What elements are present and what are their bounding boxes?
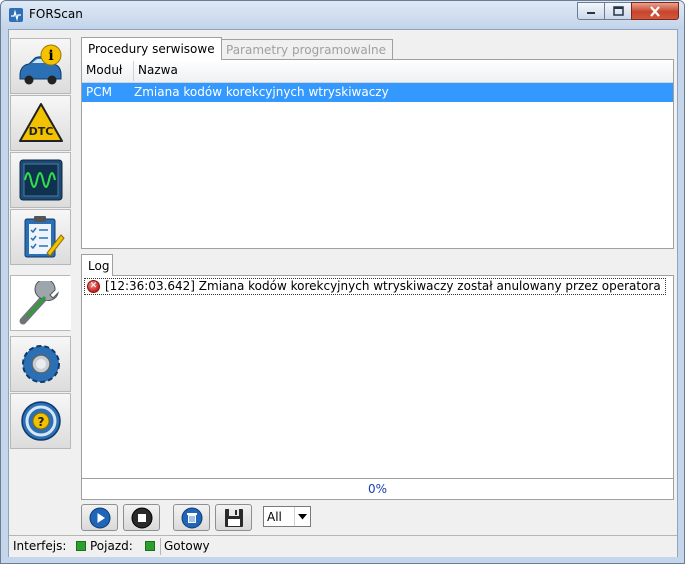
cell-name: Zmiana kodów korekcyjnych wtryskiwaczy xyxy=(134,85,389,99)
vehicle-label: Pojazd: xyxy=(90,539,133,553)
clear-log-button[interactable] xyxy=(173,504,210,531)
log-entry[interactable]: ✕ [12:36:03.642] Zmiana kodów korekcyjny… xyxy=(84,278,666,295)
oscilloscope-icon xyxy=(19,159,62,201)
save-log-button[interactable] xyxy=(215,504,252,531)
play-icon xyxy=(89,507,110,528)
help-icon: ? xyxy=(20,401,61,441)
close-icon xyxy=(650,5,660,17)
cell-module: PCM xyxy=(86,85,112,99)
chevron-down-icon[interactable] xyxy=(294,507,310,526)
log-filter-value: All xyxy=(267,510,282,524)
checklist-icon xyxy=(24,216,65,258)
window-title: FORScan xyxy=(29,7,83,21)
grid-header: Moduł Nazwa xyxy=(82,60,673,83)
sidebar-item-configuration[interactable] xyxy=(10,336,71,392)
minimize-button[interactable] xyxy=(577,2,605,20)
interface-status-led xyxy=(76,541,86,551)
interface-label: Interfejs: xyxy=(13,539,67,553)
app-window: FORScan i DTC ? Procedury serwisowe Para… xyxy=(0,0,685,564)
status-divider xyxy=(160,538,161,555)
sidebar-item-vehicle-info[interactable]: i xyxy=(10,38,71,94)
start-button[interactable] xyxy=(81,504,118,531)
sidebar-item-dtc[interactable]: DTC xyxy=(10,95,71,151)
status-bar: Interfejs: Pojazd: Gotowy xyxy=(9,535,677,557)
procedures-panel: Moduł Nazwa PCM Zmiana kodów korekcyjnyc… xyxy=(81,59,674,249)
close-button[interactable] xyxy=(631,2,679,20)
column-header-name[interactable]: Nazwa xyxy=(138,63,178,77)
sidebar-item-help[interactable]: ? xyxy=(10,393,71,449)
main-client-area: i DTC ? Procedury serwisowe Parametry pr… xyxy=(8,29,678,557)
tab-log[interactable]: Log xyxy=(81,254,113,276)
sidebar-item-oscilloscope[interactable] xyxy=(10,152,71,208)
tab-programmable-parameters[interactable]: Parametry programowalne xyxy=(219,39,394,59)
tab-service-procedures[interactable]: Procedury serwisowe xyxy=(81,37,222,60)
sidebar-item-checklist[interactable] xyxy=(10,209,71,265)
trash-icon xyxy=(181,507,202,528)
log-filter-select[interactable]: All xyxy=(263,506,311,527)
status-text: Gotowy xyxy=(164,539,210,553)
maximize-icon xyxy=(612,6,624,16)
log-panel: ✕ [12:36:03.642] Zmiana kodów korekcyjny… xyxy=(81,275,674,479)
maximize-button[interactable] xyxy=(604,2,632,20)
vehicle-info-icon: i xyxy=(19,44,61,85)
column-divider[interactable] xyxy=(133,61,134,81)
dtc-icon: DTC xyxy=(18,103,63,142)
svg-text:DTC: DTC xyxy=(28,125,53,138)
sidebar-item-service-tools[interactable] xyxy=(10,275,71,331)
log-entry-text: [12:36:03.642] Zmiana kodów korekcyjnych… xyxy=(105,279,661,293)
minimize-icon xyxy=(587,12,595,14)
svg-text:i: i xyxy=(48,48,53,64)
error-icon: ✕ xyxy=(87,280,100,293)
title-bar[interactable]: FORScan xyxy=(1,1,684,29)
progress-label: 0% xyxy=(367,482,388,496)
wrench-icon xyxy=(19,281,59,325)
table-row[interactable]: PCM Zmiana kodów korekcyjnych wtryskiwac… xyxy=(82,83,673,102)
vehicle-status-led xyxy=(145,541,155,551)
settings-gear-icon xyxy=(21,345,60,383)
svg-text:?: ? xyxy=(37,415,44,429)
progress-bar: 0% xyxy=(81,478,674,500)
stop-button[interactable] xyxy=(123,504,160,531)
forscan-app-icon xyxy=(9,8,23,22)
column-header-module[interactable]: Moduł xyxy=(86,63,122,77)
save-icon xyxy=(224,508,243,527)
stop-icon xyxy=(131,507,152,528)
